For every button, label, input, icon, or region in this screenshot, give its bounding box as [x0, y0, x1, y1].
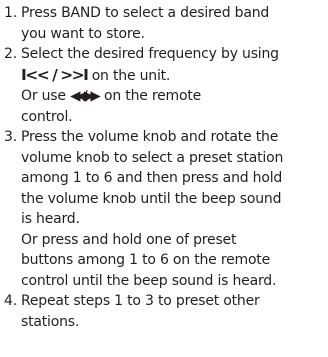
- step-line: Press BAND to select a desired band: [21, 5, 270, 21]
- manual-page: { "steps": [ { "number": "1.", "lines": …: [0, 0, 328, 357]
- step-line: Or press and hold one of preset: [21, 231, 237, 248]
- step-line: stations.: [21, 313, 80, 330]
- step-2: 2. Select the desired frequency by using…: [4, 44, 326, 127]
- step-1: 1. Press BAND to select a desired band y…: [4, 3, 326, 44]
- step-number: 3.: [4, 129, 17, 145]
- step-line-text: on the remote: [99, 88, 202, 104]
- step-line: buttons among 1 to 6 on the remote: [21, 252, 271, 268]
- step-line: control.: [21, 108, 73, 125]
- step-line: control until the beep sound is heard.: [21, 272, 277, 289]
- step-4: 4. Repeat steps 1 to 3 to preset other s…: [4, 291, 326, 332]
- step-line: you want to store.: [21, 25, 145, 42]
- step-number: 1.: [4, 5, 17, 21]
- step-text: Press the volume knob and rotate the vol…: [21, 127, 326, 291]
- step-line: volume knob to select a preset station: [21, 149, 284, 166]
- step-number: 4.: [4, 293, 17, 309]
- instruction-steps: 1. Press BAND to select a desired band y…: [4, 3, 326, 332]
- step-line-text: on the unit.: [87, 67, 171, 84]
- step-line: is heard.: [21, 211, 80, 227]
- step-text: Press BAND to select a desired band you …: [21, 3, 326, 44]
- step-line: I<< / >>I on the unit.: [21, 65, 326, 87]
- skip-buttons-icon: I<< / >>I: [21, 65, 89, 84]
- step-line: Select the desired frequency by using: [21, 46, 279, 62]
- step-3: 3. Press the volume knob and rotate the …: [4, 127, 326, 291]
- step-line-text: Or use: [21, 88, 71, 104]
- step-number: 2.: [4, 46, 17, 62]
- step-text: Repeat steps 1 to 3 to preset other stat…: [21, 291, 326, 332]
- remote-skip-buttons-icon: ◀◀ / ▶▶: [70, 88, 101, 104]
- step-line: Or use ◀◀ / ▶▶ on the remote: [21, 86, 326, 107]
- step-line: Press the volume knob and rotate the: [21, 129, 279, 145]
- step-line: Repeat steps 1 to 3 to preset other: [21, 293, 260, 309]
- step-line: the volume knob until the beep sound: [21, 190, 282, 207]
- step-line: among 1 to 6 and then press and hold: [21, 170, 283, 186]
- step-text: Select the desired frequency by using I<…: [21, 44, 326, 127]
